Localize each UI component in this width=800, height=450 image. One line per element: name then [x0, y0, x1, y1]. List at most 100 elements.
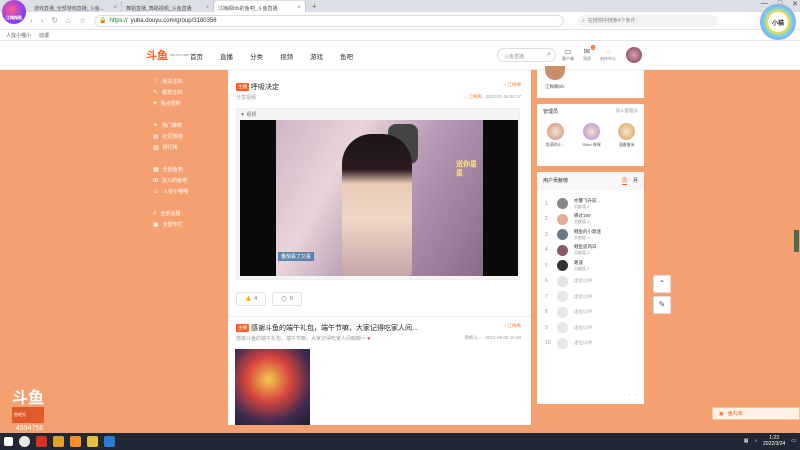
nav-yuba[interactable]: 鱼吧 — [340, 51, 353, 61]
browser-tab-1[interactable]: 游戏直播_全部游戏直播_斗鱼... × — [30, 1, 122, 12]
creator-center-button[interactable]: ◌ 创作中心 — [600, 47, 616, 62]
avatar[interactable] — [557, 306, 568, 318]
network-icon[interactable]: ▦ — [744, 438, 749, 444]
manager-item[interactable]: 鱼满的小... — [546, 123, 565, 148]
write-post-button[interactable]: ✎ — [653, 296, 671, 314]
ranking-row[interactable]: 9 虚位以待 — [537, 320, 644, 336]
like-button[interactable]: 👍 4 — [236, 292, 266, 306]
back-to-top-button[interactable]: ⌃ — [653, 275, 671, 293]
browser-logo-icon[interactable]: 江梅拖鞋 — [2, 0, 26, 24]
ranking-row[interactable]: 7 虚位以待 — [537, 289, 644, 305]
browser-tab-2[interactable]: 舞蹈直播_舞蹈视频_斗鱼直播 × — [122, 1, 214, 12]
notification-icon[interactable]: ▭ — [791, 438, 796, 444]
post-title[interactable]: 感谢斗鱼的端午礼包，端午节嘛，大家记得吃家人间... — [251, 325, 418, 332]
bookmark-item[interactable]: 人找小喵小 — [6, 32, 31, 39]
browser-search-input[interactable]: ⌕ 在搜狗中搜索4个条件 — [578, 14, 719, 27]
avatar[interactable] — [557, 322, 568, 334]
avatar[interactable] — [557, 291, 568, 303]
app-taskbar-icon[interactable] — [36, 436, 47, 447]
post-author[interactable]: 斯格公... — [464, 335, 481, 340]
ranking-row[interactable]: 2 蝉过190 贡献值 4 — [537, 212, 644, 228]
tab-week[interactable]: 周 — [621, 177, 627, 185]
douyu-logo[interactable]: 斗鱼 DOUYU.COM — [146, 47, 189, 63]
app-taskbar-icon[interactable] — [104, 436, 115, 447]
close-tab-icon[interactable]: × — [205, 5, 209, 11]
back-icon[interactable]: ‹ — [30, 16, 33, 25]
browser-taskbar-icon[interactable] — [19, 436, 30, 447]
home-icon[interactable]: ⌂ — [66, 16, 71, 25]
post-title[interactable]: 呼吸决定 — [251, 84, 279, 91]
forward-icon[interactable]: › — [41, 16, 44, 25]
nav-video[interactable]: 视频 — [280, 51, 293, 61]
ranking-row[interactable]: 1 亦譬飞升前... 贡献值 4 — [537, 196, 644, 212]
bookmark-item[interactable]: 动漫 — [39, 32, 49, 39]
close-tab-icon[interactable]: × — [297, 5, 301, 11]
ranking-row[interactable]: 3 鲤鱼的小歌迷 贡献值 3 — [537, 227, 644, 243]
close-tab-icon[interactable]: × — [113, 5, 117, 11]
page-scrollbar[interactable] — [794, 230, 799, 252]
manager-item[interactable]: 溜着鲁米 — [618, 123, 636, 148]
start-icon[interactable] — [4, 437, 13, 446]
ranking-row[interactable]: 5 路遥 贡献值 2 — [537, 258, 644, 274]
prev-page-icon[interactable]: ‹ — [628, 392, 630, 398]
browser-tab-3[interactable]: 江梅阁bfs的鱼吧_斗鱼直播 × — [214, 1, 306, 12]
avatar[interactable] — [557, 244, 568, 256]
app-taskbar-icon[interactable] — [70, 436, 81, 447]
sidebar-item-joined-groups[interactable]: ⊞ 加入的鱼吧 — [145, 175, 225, 186]
top-user-avatar[interactable] — [545, 66, 565, 80]
rank-user: 虚位以待 — [574, 340, 592, 346]
avatar[interactable] — [557, 260, 568, 272]
group-link[interactable]: ⌂ 江梅阁 — [464, 94, 481, 99]
manager-item[interactable]: Shirn 咪咪 — [582, 123, 601, 148]
search-icon[interactable]: ⌕ — [547, 51, 551, 59]
sidebar-item-my-posts[interactable]: ✎ 我发过的 — [145, 87, 225, 98]
user-avatar[interactable] — [626, 47, 642, 63]
sidebar-item-hot-list[interactable]: ▤ 社区热榜 — [145, 131, 225, 142]
refresh-icon[interactable]: ↻ — [51, 16, 58, 25]
avatar[interactable] — [557, 337, 568, 349]
sidebar-item-hot[interactable]: ✦ 热门推荐 — [145, 120, 225, 131]
nav-category[interactable]: 分类 — [250, 51, 263, 61]
nav-live[interactable]: 直播 — [220, 51, 233, 61]
sidebar-item-find-users[interactable]: ☺ 人找小喵喵 — [145, 186, 225, 197]
url-input[interactable]: 🔒 https://yuba.douyu.com/group/3180356 — [94, 14, 565, 27]
sidebar-item-columns[interactable]: ▣ 全部专栏 — [145, 219, 225, 230]
volume-icon[interactable]: ♪ — [755, 438, 758, 444]
ranking-row[interactable]: 4 鲤鱼追风日 贡献值 3 — [537, 243, 644, 259]
video-player[interactable]: 送你星星 番茄看了又看 — [240, 120, 518, 276]
message-button[interactable]: ✉ 2 消息 — [583, 45, 596, 62]
sidebar-item-ranking[interactable]: ▥ 排行榜 — [145, 142, 225, 153]
avatar[interactable] — [557, 213, 568, 225]
nav-home[interactable]: 首页 — [190, 51, 203, 61]
sidebar-item-liked[interactable]: ♥ 我点赞的 — [145, 98, 225, 109]
fishball-store-button[interactable]: ▣ 鱼丸库 — [712, 407, 800, 420]
comment-button[interactable]: ◯ 0 — [272, 292, 302, 306]
app-taskbar-icon[interactable] — [53, 436, 64, 447]
rank-user: 虚位以待 — [574, 294, 592, 300]
avatar[interactable] — [557, 275, 568, 287]
app-taskbar-icon[interactable] — [87, 436, 98, 447]
client-button[interactable]: ▭ 客户端 — [562, 47, 574, 62]
join-managers-link[interactable]: 加入管理员 — [616, 108, 639, 115]
avatar[interactable] — [557, 229, 568, 241]
post-thumbnail-image[interactable] — [235, 349, 310, 425]
ranking-row[interactable]: 8 虚位以待 — [537, 305, 644, 321]
next-page-icon[interactable]: › — [634, 392, 636, 398]
star-icon[interactable]: ☆ — [79, 16, 86, 25]
new-tab-button[interactable]: + — [306, 1, 323, 12]
tab-month[interactable]: 月 — [633, 177, 638, 185]
ranking-row[interactable]: 6 虚位以待 — [537, 274, 644, 290]
top-user-name[interactable]: 江梅阁bfs — [545, 84, 565, 90]
avatar[interactable] — [557, 198, 568, 210]
site-search-input[interactable]: 斗鱼直播 ⌕ — [497, 48, 556, 62]
clock[interactable]: 1:23 2022/3/24 — [763, 435, 785, 447]
lock-icon: 🔒 — [99, 18, 107, 24]
group-link[interactable]: ⌂ 江梅阁 — [504, 323, 521, 329]
nav-game[interactable]: 游戏 — [310, 51, 323, 61]
sidebar-item-following[interactable]: ♡ 我关注的 — [145, 76, 225, 87]
sidebar-item-all-groups[interactable]: ▦ 全部鱼吧 — [145, 164, 225, 175]
group-link[interactable]: ⌂ 江梅阁 — [504, 82, 521, 88]
ranking-row[interactable]: 10 虚位以待 — [537, 336, 644, 352]
close-window-button[interactable]: ✕ — [792, 0, 798, 8]
sidebar-item-topics[interactable]: # 全部话题 — [145, 208, 225, 219]
